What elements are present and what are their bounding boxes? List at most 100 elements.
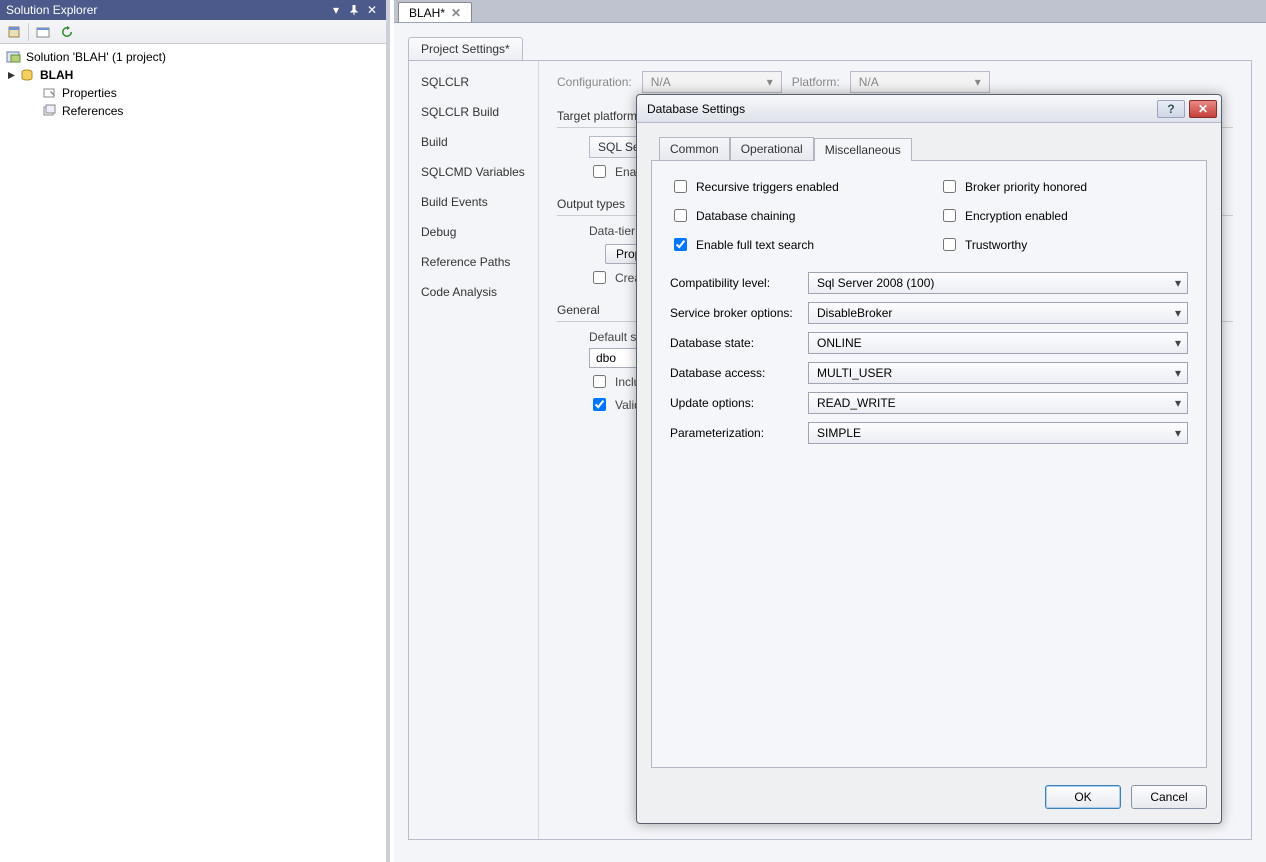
tab-operational[interactable]: Operational bbox=[730, 137, 814, 160]
references-label: References bbox=[62, 104, 123, 118]
platform-label: Platform: bbox=[792, 75, 840, 89]
configuration-dropdown[interactable]: N/A ▾ bbox=[642, 71, 782, 93]
trustworthy-row[interactable]: Trustworthy bbox=[939, 235, 1188, 254]
access-value: MULTI_USER bbox=[817, 366, 892, 380]
trustworthy-label: Trustworthy bbox=[965, 238, 1027, 252]
home-icon[interactable] bbox=[4, 22, 24, 42]
chevron-down-icon: ▾ bbox=[1175, 276, 1181, 290]
document-tab-label: BLAH* bbox=[409, 6, 445, 20]
document-tab[interactable]: BLAH* ✕ bbox=[398, 2, 472, 22]
close-button[interactable]: ✕ bbox=[1189, 100, 1217, 118]
solution-explorer-title: Solution Explorer bbox=[6, 0, 97, 20]
nav-reference-paths[interactable]: Reference Paths bbox=[409, 247, 538, 277]
references-node[interactable]: References bbox=[6, 102, 380, 120]
configuration-value: N/A bbox=[651, 75, 671, 89]
recursive-triggers-label: Recursive triggers enabled bbox=[696, 180, 839, 194]
nav-sqlclr[interactable]: SQLCLR bbox=[409, 67, 538, 97]
compat-value: Sql Server 2008 (100) bbox=[817, 276, 934, 290]
project-label: BLAH bbox=[40, 68, 73, 82]
state-dropdown[interactable]: ONLINE ▾ bbox=[808, 332, 1188, 354]
nav-debug[interactable]: Debug bbox=[409, 217, 538, 247]
chevron-down-icon: ▾ bbox=[1175, 306, 1181, 320]
database-settings-dialog: Database Settings ? ✕ Common Operational… bbox=[636, 94, 1222, 824]
fulltext-row[interactable]: Enable full text search bbox=[670, 235, 919, 254]
include-checkbox[interactable] bbox=[593, 375, 606, 388]
param-label: Parameterization: bbox=[670, 426, 802, 440]
solution-label: Solution 'BLAH' (1 project) bbox=[26, 50, 166, 64]
param-value: SIMPLE bbox=[817, 426, 861, 440]
encryption-row[interactable]: Encryption enabled bbox=[939, 206, 1188, 225]
update-value: READ_WRITE bbox=[817, 396, 896, 410]
compat-label: Compatibility level: bbox=[670, 276, 802, 290]
broker-priority-row[interactable]: Broker priority honored bbox=[939, 177, 1188, 196]
database-chaining-checkbox[interactable] bbox=[674, 209, 687, 222]
nav-sqlclr-build[interactable]: SQLCLR Build bbox=[409, 97, 538, 127]
cancel-button[interactable]: Cancel bbox=[1131, 785, 1207, 809]
recursive-triggers-checkbox[interactable] bbox=[674, 180, 687, 193]
chevron-down-icon: ▾ bbox=[1175, 366, 1181, 380]
chevron-down-icon: ▾ bbox=[975, 75, 981, 89]
access-label: Database access: bbox=[670, 366, 802, 380]
platform-dropdown[interactable]: N/A ▾ bbox=[850, 71, 990, 93]
refresh-icon[interactable] bbox=[57, 22, 77, 42]
access-dropdown[interactable]: MULTI_USER ▾ bbox=[808, 362, 1188, 384]
fulltext-label: Enable full text search bbox=[696, 238, 814, 252]
project-settings-tab[interactable]: Project Settings* bbox=[408, 37, 523, 60]
wrench-icon bbox=[42, 86, 58, 100]
panel-dropdown-icon[interactable]: ▾ bbox=[328, 2, 344, 18]
nav-build-events[interactable]: Build Events bbox=[409, 187, 538, 217]
solution-tree: Solution 'BLAH' (1 project) BLAH Propert… bbox=[0, 44, 386, 124]
nav-build[interactable]: Build bbox=[409, 127, 538, 157]
enable-checkbox[interactable] bbox=[593, 165, 606, 178]
nav-code-analysis[interactable]: Code Analysis bbox=[409, 277, 538, 307]
broker-priority-checkbox[interactable] bbox=[943, 180, 956, 193]
create-checkbox[interactable] bbox=[593, 271, 606, 284]
dialog-tabs: Common Operational Miscellaneous bbox=[659, 137, 1207, 160]
database-chaining-label: Database chaining bbox=[696, 209, 795, 223]
update-label: Update options: bbox=[670, 396, 802, 410]
help-button[interactable]: ? bbox=[1157, 100, 1185, 118]
database-project-icon bbox=[20, 68, 36, 82]
recursive-triggers-row[interactable]: Recursive triggers enabled bbox=[670, 177, 919, 196]
panel-close-icon[interactable]: ✕ bbox=[364, 2, 380, 18]
references-icon bbox=[42, 104, 58, 118]
compat-dropdown[interactable]: Sql Server 2008 (100) ▾ bbox=[808, 272, 1188, 294]
update-dropdown[interactable]: READ_WRITE ▾ bbox=[808, 392, 1188, 414]
properties-icon[interactable] bbox=[33, 22, 53, 42]
close-icon[interactable]: ✕ bbox=[451, 6, 461, 20]
chevron-down-icon: ▾ bbox=[1175, 426, 1181, 440]
broker-label: Service broker options: bbox=[670, 306, 802, 320]
properties-node[interactable]: Properties bbox=[6, 84, 380, 102]
project-node[interactable]: BLAH bbox=[6, 66, 380, 84]
solution-node[interactable]: Solution 'BLAH' (1 project) bbox=[6, 48, 380, 66]
validate-checkbox[interactable] bbox=[593, 398, 606, 411]
dialog-title: Database Settings bbox=[647, 102, 745, 116]
project-settings-tab-label: Project Settings* bbox=[421, 42, 510, 56]
panel-pin-icon[interactable] bbox=[346, 2, 362, 18]
database-chaining-row[interactable]: Database chaining bbox=[670, 206, 919, 225]
trustworthy-checkbox[interactable] bbox=[943, 238, 956, 251]
broker-value: DisableBroker bbox=[817, 306, 892, 320]
fulltext-checkbox[interactable] bbox=[674, 238, 687, 251]
param-dropdown[interactable]: SIMPLE ▾ bbox=[808, 422, 1188, 444]
properties-label: Properties bbox=[62, 86, 117, 100]
solution-explorer-panel: Solution Explorer ▾ ✕ Solution 'BLAH' (1… bbox=[0, 0, 390, 862]
broker-dropdown[interactable]: DisableBroker ▾ bbox=[808, 302, 1188, 324]
dialog-panel: Recursive triggers enabled Broker priori… bbox=[651, 160, 1207, 768]
configuration-label: Configuration: bbox=[557, 75, 632, 89]
solution-explorer-toolbar bbox=[0, 20, 386, 44]
chevron-down-icon: ▾ bbox=[1175, 336, 1181, 350]
solution-explorer-title-bar: Solution Explorer ▾ ✕ bbox=[0, 0, 386, 20]
state-value: ONLINE bbox=[817, 336, 862, 350]
tab-common[interactable]: Common bbox=[659, 137, 730, 160]
solution-icon bbox=[6, 50, 22, 64]
expander-icon[interactable] bbox=[6, 70, 16, 80]
settings-nav: SQLCLR SQLCLR Build Build SQLCMD Variabl… bbox=[409, 61, 539, 839]
broker-priority-label: Broker priority honored bbox=[965, 180, 1087, 194]
chevron-down-icon: ▾ bbox=[1175, 396, 1181, 410]
encryption-checkbox[interactable] bbox=[943, 209, 956, 222]
nav-sqlcmd-variables[interactable]: SQLCMD Variables bbox=[409, 157, 538, 187]
ok-button[interactable]: OK bbox=[1045, 785, 1121, 809]
dialog-title-bar[interactable]: Database Settings ? ✕ bbox=[637, 95, 1221, 123]
tab-miscellaneous[interactable]: Miscellaneous bbox=[814, 138, 912, 161]
